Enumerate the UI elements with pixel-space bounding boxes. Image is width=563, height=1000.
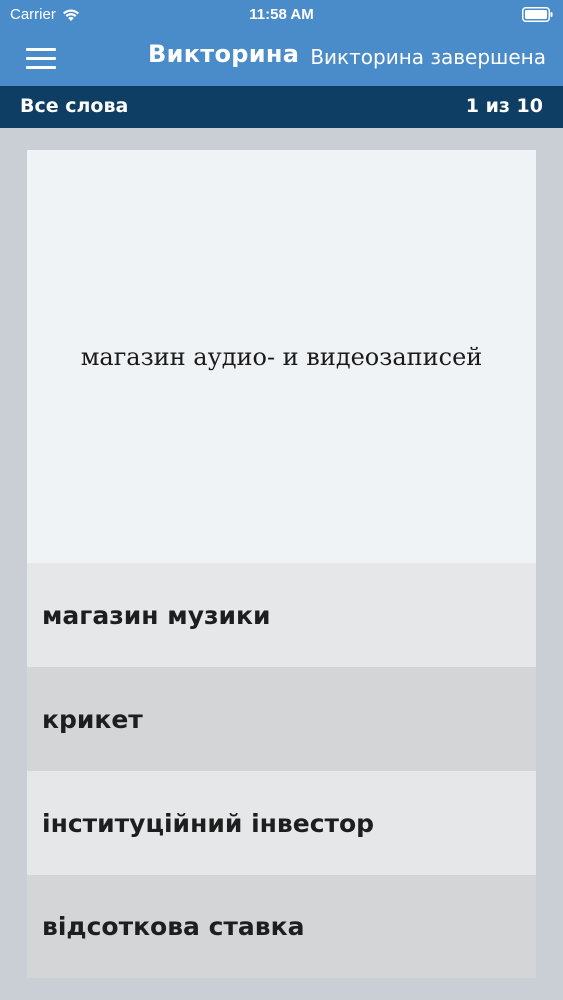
- navigation-bar: Викторина Викторина завершена: [0, 30, 563, 86]
- quiz-info-bar: Все слова 1 из 10: [0, 86, 563, 128]
- word-set-label: Все слова: [20, 95, 129, 117]
- hamburger-menu-icon[interactable]: [26, 46, 58, 70]
- answer-option-1[interactable]: магазин музики: [27, 563, 536, 667]
- progress-counter: 1 из 10: [465, 95, 543, 117]
- status-time: 11:58 AM: [249, 6, 314, 23]
- page-title: Викторина: [148, 40, 300, 68]
- question-text: магазин аудио- и видеозаписей: [80, 342, 483, 371]
- status-bar: Carrier 11:58 AM: [0, 0, 563, 30]
- answer-option-4[interactable]: відсоткова ставка: [27, 875, 536, 978]
- answer-option-3[interactable]: інституційний інвестор: [27, 771, 536, 875]
- answer-option-2[interactable]: крикет: [27, 667, 536, 771]
- quiz-status-label: Викторина завершена: [310, 45, 546, 69]
- battery-icon: [522, 7, 553, 22]
- question-card: магазин аудио- и видеозаписей: [27, 150, 536, 563]
